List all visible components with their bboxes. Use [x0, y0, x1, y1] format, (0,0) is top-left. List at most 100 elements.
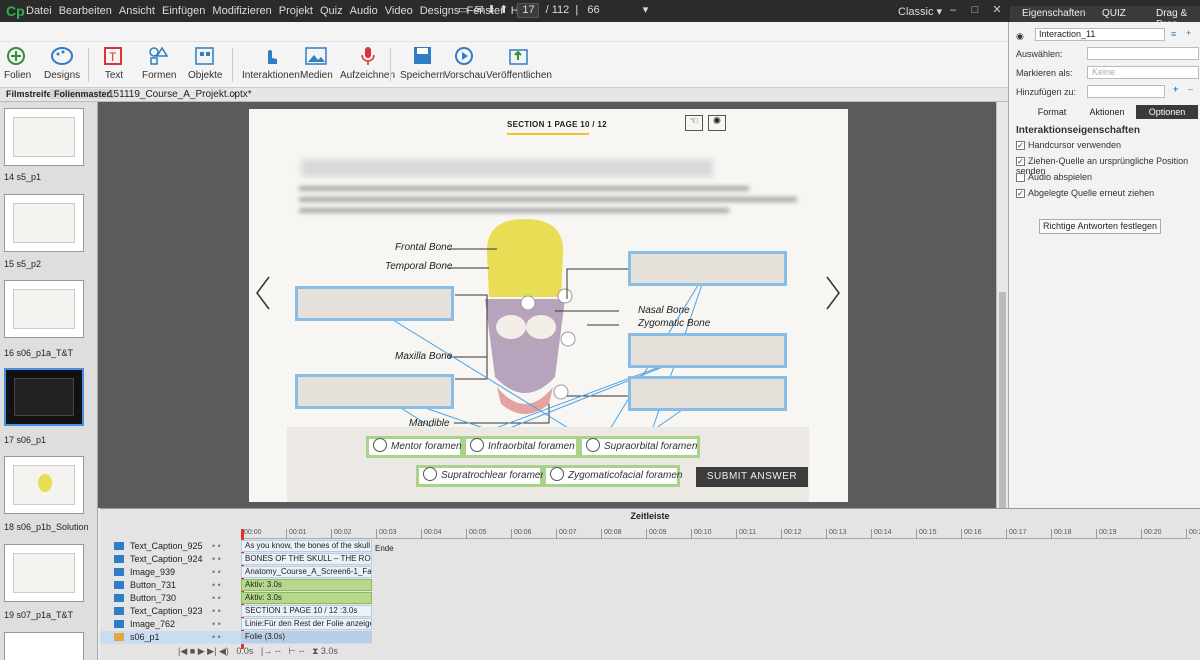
- option-hand-cursor[interactable]: ✓ Handcursor verwenden: [1016, 140, 1121, 151]
- timeline-row[interactable]: Button_730 • • Aktiv: 3.0s: [100, 592, 372, 605]
- text-button[interactable]: T Text: [102, 46, 126, 81]
- aufzeichnen-button[interactable]: Aufzeichnen: [340, 46, 395, 81]
- object-name-field[interactable]: Interaction_11: [1035, 28, 1165, 41]
- slide-canvas[interactable]: SECTION 1 PAGE 10 / 12 ☜ ✺ Frontal Bone …: [249, 109, 848, 502]
- menu-quiz[interactable]: Quiz: [320, 5, 343, 17]
- drag-source[interactable]: Zygomaticofacial foramen: [543, 465, 683, 487]
- menu-bearbeiten[interactable]: Bearbeiten: [59, 5, 112, 17]
- menu-datei[interactable]: Datei: [26, 5, 52, 17]
- subtab-optionen[interactable]: Optionen: [1136, 105, 1198, 119]
- zoom-dropdown-icon[interactable]: ▾: [643, 4, 649, 16]
- slide-thumbnail[interactable]: [4, 280, 84, 338]
- drop-target[interactable]: [628, 376, 787, 411]
- drag-source[interactable]: Supraorbital foramen: [579, 436, 700, 458]
- timeline-row[interactable]: Text_Caption_925 • • As you know, the bone…: [100, 540, 372, 553]
- slide-thumbnail[interactable]: [4, 544, 84, 602]
- option-play-audio[interactable]: Audio abspielen: [1016, 172, 1092, 183]
- select-dropdown[interactable]: [1087, 47, 1199, 60]
- drag-source[interactable]: Infraorbital foramen: [463, 436, 579, 458]
- mark-as-dropdown[interactable]: Keine: [1087, 66, 1199, 79]
- stage-scrollbar[interactable]: [996, 102, 1008, 512]
- drop-target[interactable]: [295, 374, 454, 409]
- checkbox-unchecked-icon[interactable]: [1016, 173, 1025, 183]
- menu-ansicht[interactable]: Ansicht: [119, 5, 155, 17]
- visibility-lock-dots[interactable]: • •: [212, 619, 221, 629]
- menu-audio[interactable]: Audio: [350, 5, 378, 17]
- objekte-button[interactable]: Objekte: [188, 46, 222, 81]
- layers-icon[interactable]: ≡: [1171, 29, 1176, 39]
- timeline-bar[interactable]: Anatomy_Course_A_Screen6-1_Farbfläche:3.…: [241, 566, 372, 578]
- slide-thumbnail[interactable]: [4, 456, 84, 514]
- add-icon[interactable]: +: [1186, 28, 1191, 38]
- workspace-selector[interactable]: Classic ▾: [898, 5, 942, 18]
- submit-answer-button[interactable]: SUBMIT ANSWER: [696, 467, 808, 487]
- timeline-row[interactable]: Image_762 • • Linie:Für den Rest der Folie…: [100, 618, 372, 631]
- timeline-bar[interactable]: Linie:Für den Rest der Folie anzeigen: [241, 618, 372, 630]
- play-icon[interactable]: ▶: [198, 646, 205, 656]
- rewind-icon[interactable]: |◀: [178, 646, 187, 656]
- forward-icon[interactable]: ▶|: [207, 646, 216, 656]
- drag-source[interactable]: Supratrochlear foramen: [416, 465, 546, 487]
- menu-video[interactable]: Video: [385, 5, 413, 17]
- timeline-bar[interactable]: Folie (3.0s): [241, 631, 372, 643]
- checkbox-checked-icon[interactable]: ✓: [1016, 189, 1025, 199]
- arrow-up-icon[interactable]: ⬆: [499, 4, 508, 16]
- visibility-lock-dots[interactable]: • •: [212, 580, 221, 590]
- visibility-lock-dots[interactable]: • •: [212, 567, 221, 577]
- timeline-bar[interactable]: As you know, the bones of the skull prov…: [241, 540, 372, 552]
- timeline-bar[interactable]: SECTION 1 PAGE 10 / 12 :3.0s: [241, 605, 372, 617]
- set-correct-answers-button[interactable]: Richtige Antworten festlegen: [1039, 219, 1161, 234]
- mail-icon[interactable]: ✉: [475, 4, 484, 16]
- tab-eigenschaften[interactable]: Eigenschaften: [1022, 8, 1085, 19]
- menu-modifizieren[interactable]: Modifizieren: [212, 5, 271, 17]
- drop-target[interactable]: [628, 333, 787, 368]
- eye-icon[interactable]: ◉: [1016, 31, 1024, 42]
- vorschau-button[interactable]: Vorschau: [444, 46, 486, 81]
- timeline-row[interactable]: Image_939 • • Anatomy_Course_A_Screen6-1_F…: [100, 566, 372, 579]
- timeline-row[interactable]: Text_Caption_924 • • BONES OF THE SKULL – …: [100, 553, 372, 566]
- timeline-bar[interactable]: BONES OF THE SKULL – THE ROLE OF THE ...: [241, 553, 372, 565]
- close-tab-icon[interactable]: ×: [228, 89, 241, 99]
- close-icon[interactable]: ✕: [986, 0, 1008, 22]
- designs-button[interactable]: Designs: [44, 46, 80, 81]
- timeline-bar[interactable]: Aktiv: 3.0s: [241, 592, 372, 604]
- timeline-bar[interactable]: Aktiv: 3.0s: [241, 579, 372, 591]
- arrow-down-icon[interactable]: ⬇: [487, 4, 496, 16]
- add-to-dropdown[interactable]: [1087, 85, 1165, 98]
- timeline-row[interactable]: Text_Caption_923 • • SECTION 1 PAGE 10 / 1…: [100, 605, 372, 618]
- slide-thumbnail[interactable]: [4, 632, 84, 660]
- visibility-lock-dots[interactable]: • •: [212, 606, 221, 616]
- medien-button[interactable]: Medien: [300, 46, 333, 81]
- visibility-lock-dots[interactable]: • •: [212, 554, 221, 564]
- scroll-thumb[interactable]: [999, 292, 1006, 512]
- current-page-field[interactable]: 17: [517, 3, 540, 18]
- slide-thumbnail[interactable]: [4, 108, 84, 166]
- checkbox-checked-icon[interactable]: ✓: [1016, 157, 1025, 167]
- formen-button[interactable]: Formen: [142, 46, 176, 81]
- add-to-plus-icon[interactable]: +: [1173, 84, 1178, 94]
- veroeffentlichen-button[interactable]: Veröffentlichen: [486, 46, 552, 81]
- add-to-remove-icon[interactable]: –: [1188, 84, 1193, 94]
- drop-target[interactable]: [628, 251, 787, 286]
- menu-designs[interactable]: Designs: [420, 5, 460, 17]
- stop-icon[interactable]: ■: [190, 646, 195, 656]
- visibility-lock-dots[interactable]: • •: [212, 541, 221, 551]
- zoom-value[interactable]: 66: [587, 4, 599, 16]
- checkbox-checked-icon[interactable]: ✓: [1016, 141, 1025, 151]
- timeline-row[interactable]: s06_p1 • • Folie (3.0s): [100, 631, 372, 644]
- visibility-lock-dots[interactable]: • •: [212, 632, 221, 642]
- monitor-icon[interactable]: ▭: [458, 4, 468, 16]
- timeline-row[interactable]: Button_731 • • Aktiv: 3.0s: [100, 579, 372, 592]
- audio-icon[interactable]: ◀): [219, 646, 229, 656]
- menu-einfuegen[interactable]: Einfügen: [162, 5, 205, 17]
- menu-projekt[interactable]: Projekt: [279, 5, 313, 17]
- subtab-aktionen[interactable]: Aktionen: [1072, 105, 1142, 119]
- slide-thumbnail-selected[interactable]: [4, 368, 84, 426]
- maximize-icon[interactable]: □: [964, 0, 986, 22]
- tab-quiz[interactable]: QUIZ: [1102, 8, 1126, 19]
- visibility-lock-dots[interactable]: • •: [212, 593, 221, 603]
- minimize-icon[interactable]: –: [942, 0, 964, 22]
- option-redrag-source[interactable]: ✓ Abgelegte Quelle erneut ziehen: [1016, 188, 1154, 199]
- folien-button[interactable]: Folien: [4, 46, 31, 81]
- slide-thumbnail[interactable]: [4, 194, 84, 252]
